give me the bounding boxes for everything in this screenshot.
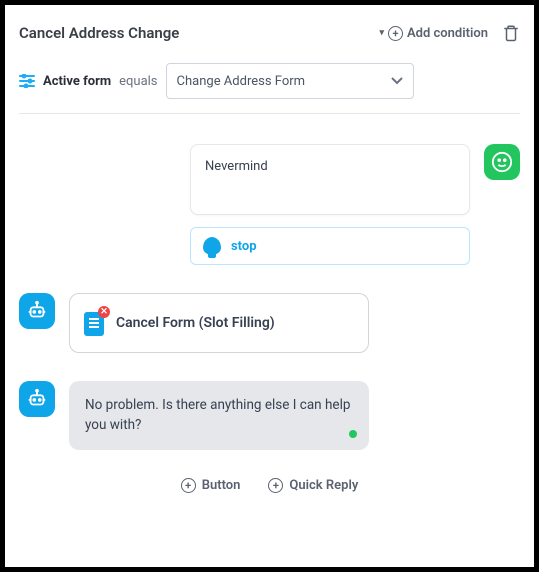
bot-reply-row: No problem. Is there anything else I can… bbox=[19, 381, 520, 450]
status-dot-icon bbox=[349, 430, 357, 438]
plus-circle-icon: + bbox=[268, 478, 283, 493]
bot-avatar bbox=[19, 381, 55, 417]
bot-reply-text: No problem. Is there anything else I can… bbox=[85, 397, 350, 433]
story-title: Cancel Address Change bbox=[19, 24, 179, 42]
add-condition-button[interactable]: ▾ + Add condition bbox=[379, 26, 488, 41]
header: Cancel Address Change ▾ + Add condition bbox=[19, 23, 520, 43]
bot-reply-bubble[interactable]: No problem. Is there anything else I can… bbox=[69, 381, 369, 450]
user-message-column: Nevermind stop bbox=[190, 144, 470, 265]
bot-avatar bbox=[19, 293, 55, 329]
divider bbox=[19, 113, 520, 114]
add-condition-label: Add condition bbox=[407, 26, 488, 41]
add-button-label: Button bbox=[202, 478, 241, 493]
story-panel: Cancel Address Change ▾ + Add condition … bbox=[5, 5, 534, 567]
lightbulb-icon bbox=[203, 237, 221, 255]
plus-circle-icon: + bbox=[181, 478, 196, 493]
add-button-button[interactable]: + Button bbox=[181, 478, 241, 493]
condition-value: Change Address Form bbox=[177, 74, 306, 89]
bot-action-column: ✕ Cancel Form (Slot Filling) bbox=[69, 293, 369, 353]
condition-row: Active form equals Change Address Form bbox=[19, 63, 520, 99]
header-actions: ▾ + Add condition bbox=[379, 23, 520, 43]
user-message-row: Nevermind stop bbox=[19, 144, 520, 265]
plus-circle-icon: + bbox=[388, 26, 403, 41]
chevron-down-icon bbox=[391, 77, 403, 85]
add-quick-reply-label: Quick Reply bbox=[289, 478, 358, 493]
filter-icon bbox=[19, 74, 35, 88]
intent-chip[interactable]: stop bbox=[190, 227, 470, 265]
caret-down-icon: ▾ bbox=[379, 28, 384, 38]
trash-icon[interactable] bbox=[502, 23, 520, 43]
bot-action-row: ✕ Cancel Form (Slot Filling) bbox=[19, 293, 520, 353]
condition-value-select[interactable]: Change Address Form bbox=[166, 63, 414, 99]
user-utterance[interactable]: Nevermind bbox=[190, 144, 470, 215]
bot-action-card[interactable]: ✕ Cancel Form (Slot Filling) bbox=[69, 293, 369, 353]
intent-name: stop bbox=[231, 239, 257, 254]
bot-action-label: Cancel Form (Slot Filling) bbox=[116, 315, 275, 331]
robot-icon bbox=[26, 388, 48, 410]
cancel-form-icon: ✕ bbox=[84, 310, 106, 336]
user-avatar bbox=[484, 144, 520, 180]
user-utterance-text: Nevermind bbox=[205, 159, 268, 174]
footer-actions: + Button + Quick Reply bbox=[19, 478, 520, 493]
condition-field: Active form bbox=[43, 74, 111, 89]
user-face-icon bbox=[491, 151, 513, 173]
add-quick-reply-button[interactable]: + Quick Reply bbox=[268, 478, 358, 493]
condition-operator: equals bbox=[119, 74, 157, 89]
robot-icon bbox=[26, 300, 48, 322]
